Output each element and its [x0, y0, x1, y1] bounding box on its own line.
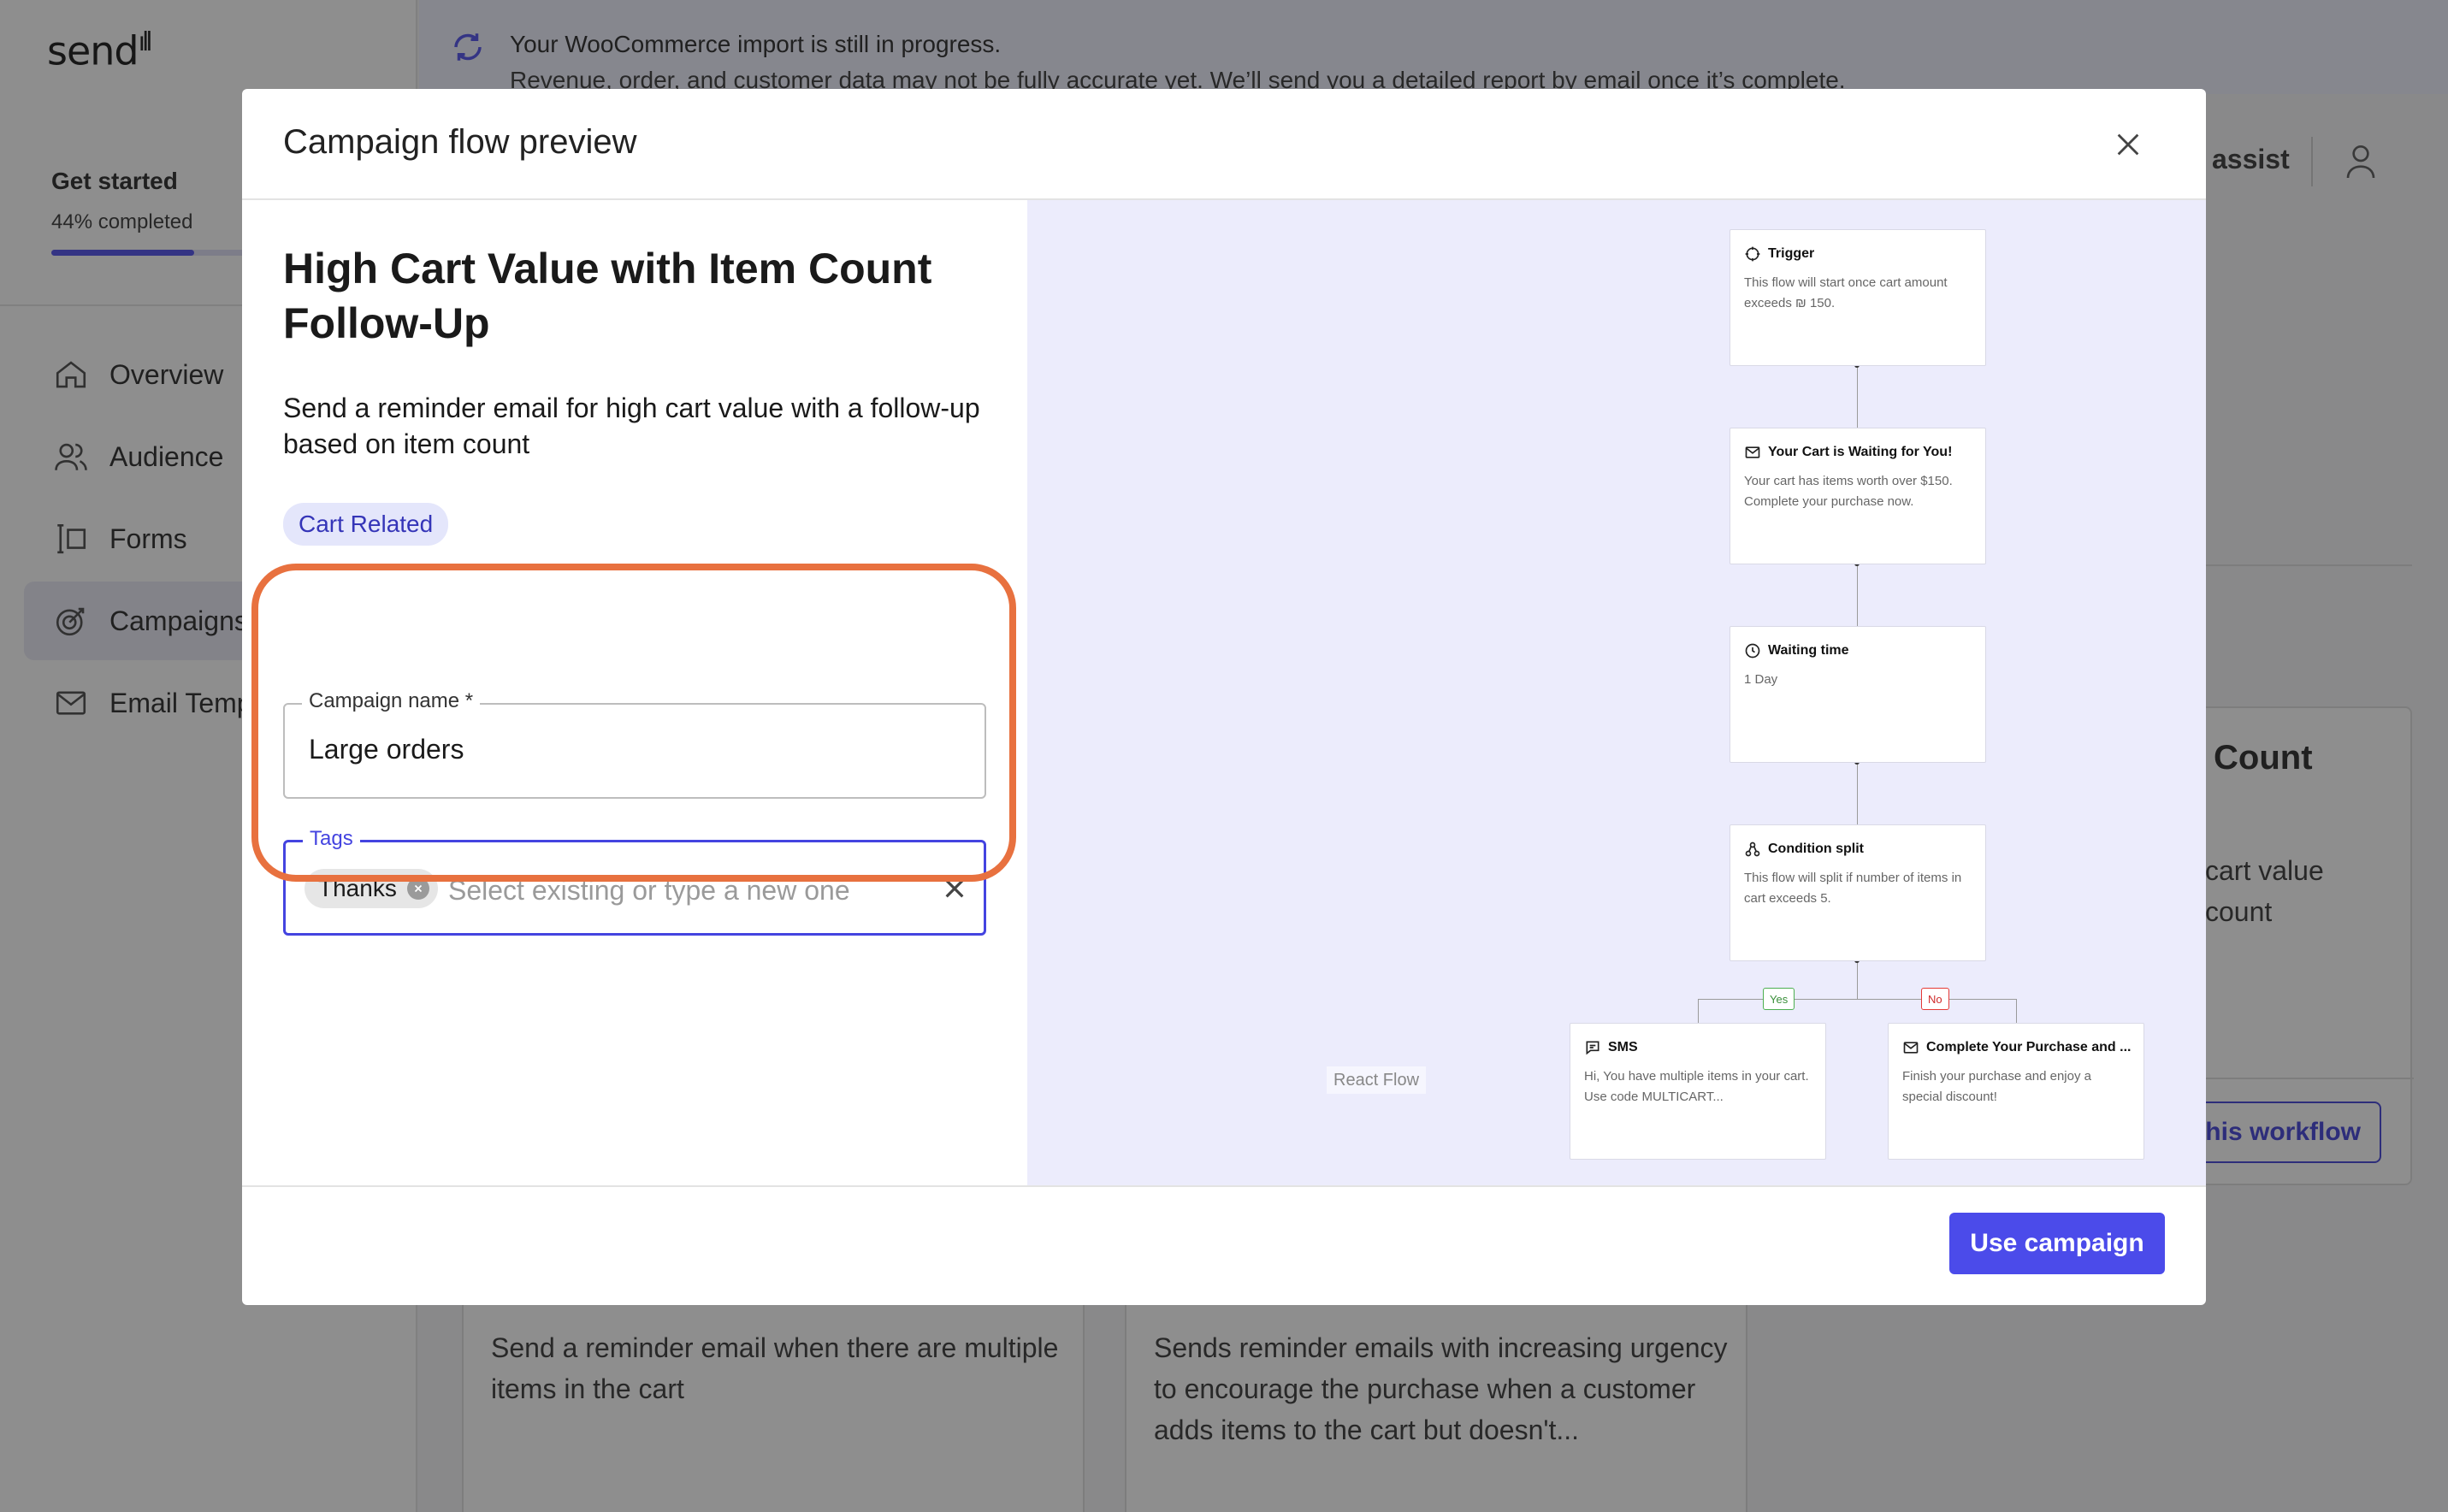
node-description: Hi, You have multiple items in your cart… [1584, 1069, 1809, 1104]
close-button[interactable] [2107, 123, 2149, 166]
modal-footer: Use campaign [242, 1185, 2206, 1305]
modal-title: Campaign flow preview [283, 123, 637, 161]
split-icon [1745, 842, 1760, 857]
react-flow-attribution[interactable]: React Flow [1327, 1066, 1427, 1094]
modal-header: Campaign flow preview [242, 89, 2206, 200]
branch-no-label: No [1921, 988, 1949, 1010]
node-title: SMS [1608, 1040, 1638, 1054]
sms-icon [1586, 1041, 1599, 1055]
trigger-icon [1745, 246, 1760, 262]
mail-icon [1745, 446, 1760, 458]
clock-icon [1745, 643, 1760, 659]
mail-icon [1903, 1042, 1919, 1054]
flow-node-trigger[interactable]: Trigger This flow will start once cart a… [1730, 229, 1986, 366]
category-badge: Cart Related [283, 503, 449, 546]
flow-edge [1698, 999, 2016, 1000]
node-description: 1 Day [1744, 672, 1778, 687]
node-title: Your Cart is Waiting for You! [1768, 445, 1953, 459]
node-description: Finish your purchase and enjoy a special… [1902, 1069, 2091, 1104]
flow-edge [1857, 961, 1858, 999]
flow-description: Send a reminder email for high cart valu… [283, 393, 980, 459]
node-title: Complete Your Purchase and ... [1926, 1040, 2132, 1054]
node-description: Your cart has items worth over $150. Com… [1744, 474, 1953, 509]
node-title: Waiting time [1768, 643, 1849, 658]
flow-canvas[interactable]: Yes No Trigger This flow will start once… [1027, 200, 2206, 1185]
node-title: Condition split [1768, 842, 1864, 856]
flow-title: High Cart Value with Item Count Follow-U… [283, 245, 932, 347]
flow-node-waiting-time[interactable]: Waiting time 1 Day [1730, 626, 1986, 763]
node-description: This flow will split if number of items … [1744, 871, 1962, 906]
flow-node-email-complete-purchase[interactable]: Complete Your Purchase and ... Finish yo… [1888, 1023, 2144, 1160]
focus-highlight [251, 564, 1016, 882]
close-icon [2117, 133, 2139, 156]
use-campaign-button[interactable]: Use campaign [1949, 1213, 2165, 1274]
branch-yes-label: Yes [1763, 988, 1795, 1010]
node-title: Trigger [1768, 246, 1815, 261]
flow-node-sms[interactable]: SMS Hi, You have multiple items in your … [1570, 1023, 1826, 1160]
flow-node-condition-split[interactable]: Condition split This flow will split if … [1730, 824, 1986, 961]
flow-node-email[interactable]: Your Cart is Waiting for You! Your cart … [1730, 428, 1986, 564]
node-description: This flow will start once cart amount ex… [1744, 275, 1948, 310]
